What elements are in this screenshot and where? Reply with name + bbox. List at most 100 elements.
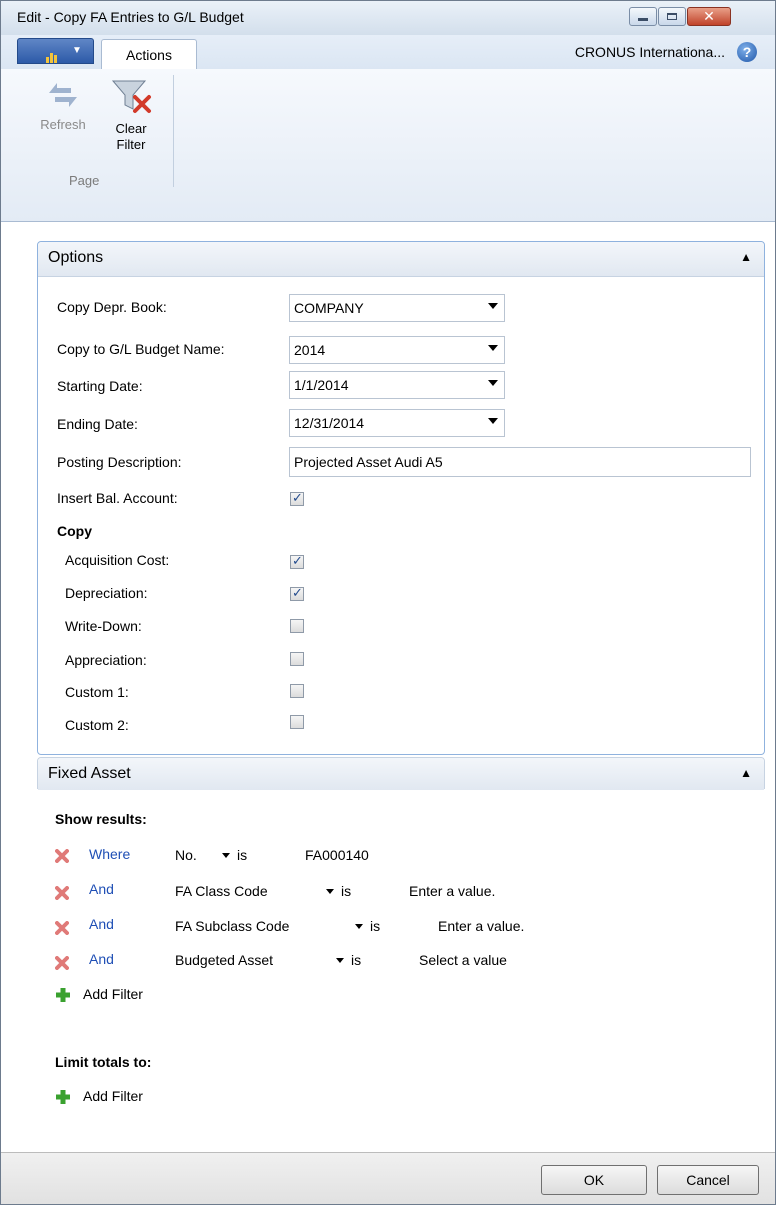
- add-totals-filter-link[interactable]: Add Filter: [83, 1088, 143, 1104]
- insert-bal-account-checkbox[interactable]: [290, 490, 304, 506]
- custom-1-label: Custom 1:: [65, 684, 129, 700]
- options-header[interactable]: Options ▲: [38, 242, 764, 277]
- title-bar: Edit - Copy FA Entries to G/L Budget ✕: [1, 1, 775, 36]
- filter-conjunction[interactable]: And: [89, 916, 114, 932]
- custom-2-checkbox[interactable]: [290, 715, 304, 729]
- chevron-down-icon[interactable]: [336, 958, 344, 963]
- application-menu-button[interactable]: ▼: [17, 38, 94, 64]
- ribbon-group-separator: [173, 75, 174, 187]
- remove-filter-icon[interactable]: [55, 849, 69, 863]
- close-icon: ✕: [703, 8, 715, 24]
- filter-conjunction[interactable]: And: [89, 951, 114, 967]
- chevron-down-icon[interactable]: [488, 418, 498, 424]
- appreciation-label: Appreciation:: [65, 652, 147, 668]
- acquisition-cost-label: Acquisition Cost:: [65, 552, 170, 568]
- show-results-heading: Show results:: [55, 811, 147, 827]
- dialog-window: Edit - Copy FA Entries to G/L Budget ✕ ▼…: [0, 0, 776, 1205]
- plus-icon[interactable]: [55, 1089, 71, 1105]
- acquisition-cost-checkbox[interactable]: [290, 553, 304, 569]
- posting-description-field[interactable]: Projected Asset Audi A5: [289, 447, 751, 477]
- refresh-icon: [49, 83, 77, 107]
- company-name[interactable]: CRONUS Internationa...: [575, 44, 725, 60]
- clear-filter-button[interactable]: Clear Filter: [101, 77, 161, 153]
- maximize-icon: [667, 13, 677, 20]
- limit-totals-heading: Limit totals to:: [55, 1054, 152, 1070]
- plus-icon[interactable]: [55, 987, 71, 1003]
- help-icon[interactable]: ?: [737, 42, 757, 62]
- ending-date-value: 12/31/2014: [294, 415, 365, 431]
- filter-conjunction[interactable]: And: [89, 881, 114, 897]
- close-button[interactable]: ✕: [687, 7, 731, 26]
- starting-date-field[interactable]: 1/1/2014: [289, 371, 505, 399]
- posting-description-value: Projected Asset Audi A5: [294, 454, 443, 470]
- custom-2-label: Custom 2:: [65, 717, 129, 733]
- depreciation-label: Depreciation:: [65, 585, 148, 601]
- chevron-up-icon[interactable]: ▲: [740, 250, 752, 264]
- write-down-label: Write-Down:: [65, 618, 142, 634]
- fixed-asset-title: Fixed Asset: [48, 765, 131, 782]
- remove-filter-icon[interactable]: [55, 921, 69, 935]
- starting-date-label: Starting Date:: [57, 378, 143, 394]
- copy-to-budget-field[interactable]: 2014: [289, 336, 505, 364]
- fixed-asset-header[interactable]: Fixed Asset ▲: [38, 758, 764, 790]
- filter-operator: is: [351, 952, 362, 968]
- copy-depr-book-label: Copy Depr. Book:: [57, 299, 167, 315]
- fixed-asset-fasttab: Fixed Asset ▲: [37, 757, 765, 790]
- app-logo-icon: [46, 47, 58, 63]
- filter-value[interactable]: Enter a value.: [409, 883, 495, 899]
- ending-date-field[interactable]: 12/31/2014: [289, 409, 505, 437]
- copy-to-budget-value: 2014: [294, 342, 326, 358]
- copy-depr-book-field[interactable]: COMPANY: [289, 294, 505, 322]
- custom-1-checkbox[interactable]: [290, 684, 304, 698]
- write-down-checkbox[interactable]: [290, 619, 304, 633]
- clear-filter-label-2: Filter: [116, 137, 146, 152]
- copy-to-budget-label: Copy to G/L Budget Name:: [57, 341, 225, 357]
- chevron-down-icon[interactable]: [488, 303, 498, 309]
- starting-date-value: 1/1/2014: [294, 377, 349, 393]
- add-filter-link[interactable]: Add Filter: [83, 986, 143, 1002]
- ribbon: Refresh Clear Filter Page: [1, 69, 775, 222]
- remove-filter-icon[interactable]: [55, 956, 69, 970]
- options-title: Options: [48, 249, 104, 266]
- filter-operator: is: [237, 847, 248, 863]
- filter-field[interactable]: FA Class Code: [175, 883, 268, 899]
- ok-button[interactable]: OK: [541, 1165, 647, 1195]
- chevron-down-icon[interactable]: [326, 889, 334, 894]
- minimize-button[interactable]: [629, 7, 657, 26]
- chevron-down-icon[interactable]: [488, 380, 498, 386]
- ribbon-tab-row: ▼ Actions CRONUS Internationa... ?: [1, 35, 775, 70]
- filter-field[interactable]: No.: [175, 847, 197, 863]
- clear-filter-icon: [111, 80, 151, 113]
- posting-description-label: Posting Description:: [57, 454, 182, 470]
- tab-actions[interactable]: Actions: [101, 39, 197, 69]
- remove-filter-icon[interactable]: [55, 886, 69, 900]
- cancel-button[interactable]: Cancel: [657, 1165, 759, 1195]
- filter-field[interactable]: FA Subclass Code: [175, 918, 289, 934]
- minimize-icon: [638, 17, 648, 21]
- chevron-down-icon[interactable]: [488, 345, 498, 351]
- dialog-footer: OK Cancel: [1, 1152, 775, 1204]
- ribbon-group-label: Page: [69, 173, 100, 188]
- filter-value[interactable]: FA000140: [305, 847, 369, 863]
- chevron-down-icon: ▼: [72, 45, 82, 56]
- clear-filter-label-1: Clear: [115, 121, 147, 136]
- filter-value[interactable]: Enter a value.: [438, 918, 524, 934]
- filter-operator: is: [341, 883, 352, 899]
- refresh-button[interactable]: Refresh: [31, 77, 95, 133]
- filter-field[interactable]: Budgeted Asset: [175, 952, 273, 968]
- insert-bal-account-label: Insert Bal. Account:: [57, 490, 178, 506]
- filter-operator: is: [370, 918, 381, 934]
- appreciation-checkbox[interactable]: [290, 652, 304, 666]
- filter-conjunction[interactable]: Where: [89, 846, 130, 862]
- chevron-down-icon[interactable]: [355, 924, 363, 929]
- copy-depr-book-value: COMPANY: [294, 300, 364, 316]
- maximize-button[interactable]: [658, 7, 686, 26]
- chevron-down-icon[interactable]: [222, 853, 230, 858]
- filter-value[interactable]: Select a value: [419, 952, 507, 968]
- depreciation-checkbox[interactable]: [290, 585, 304, 601]
- window-title: Edit - Copy FA Entries to G/L Budget: [17, 9, 244, 25]
- ending-date-label: Ending Date:: [57, 416, 138, 432]
- chevron-up-icon[interactable]: ▲: [740, 766, 752, 780]
- copy-heading: Copy: [57, 523, 92, 539]
- refresh-label: Refresh: [40, 117, 86, 132]
